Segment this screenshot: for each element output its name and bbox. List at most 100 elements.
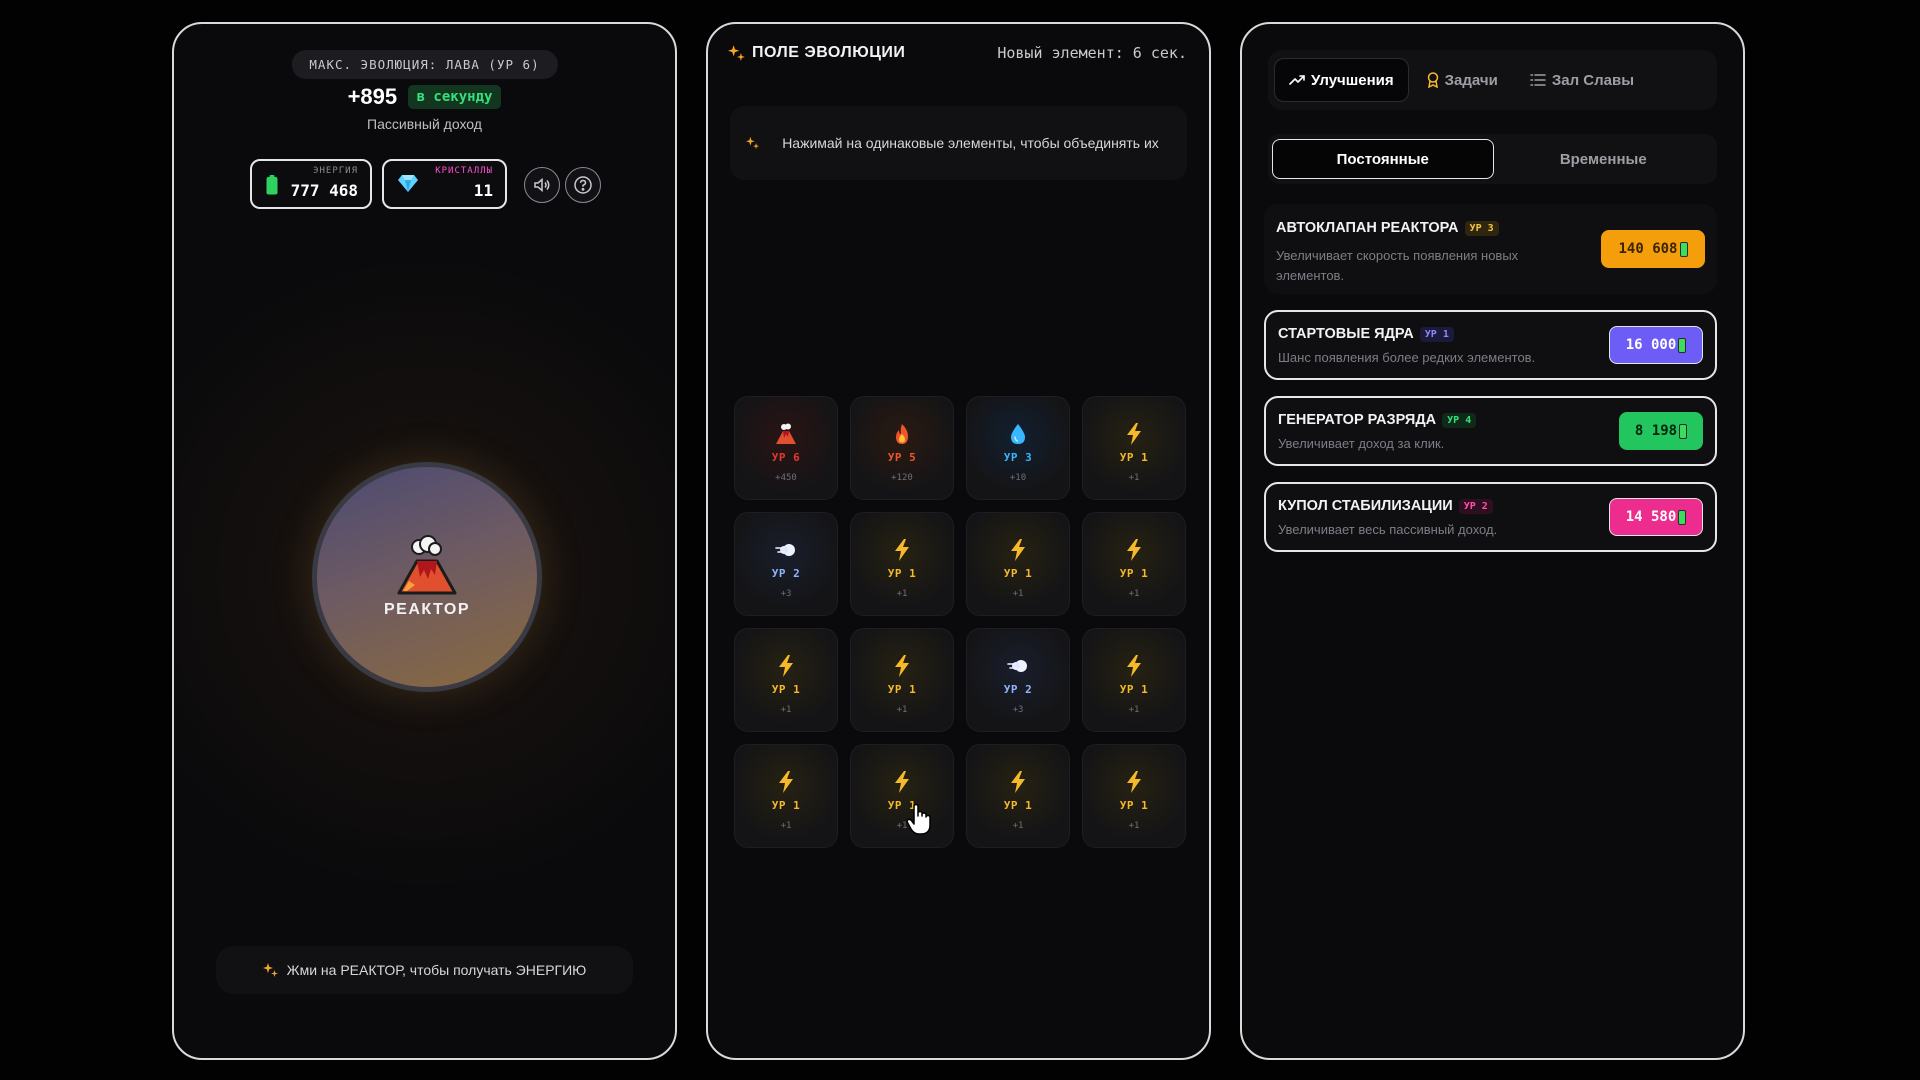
buy-upgrade-button[interactable]: 16 000	[1609, 326, 1703, 364]
lightning-icon	[1125, 539, 1143, 561]
battery-icon	[1679, 423, 1688, 439]
element-level: УР 1	[1119, 683, 1149, 696]
element-level: УР 3	[1003, 451, 1033, 464]
energy-counter: ЭНЕРГИЯ 777 468	[250, 159, 372, 209]
element-cell[interactable]: УР 1 +1	[1082, 396, 1186, 500]
upgrade-description: Увеличивает доход за клик.	[1278, 436, 1445, 451]
element-grid: УР 6 +450 УР 5 +120 УР 3 +10 УР 1 +1 УР 2 +3 УР 1 +…	[734, 396, 1186, 848]
upgrade-description: Увеличивает скорость появления новых эле…	[1276, 248, 1519, 283]
upgrade-card: АВТОКЛАПАН РЕАКТОРА УР 3 Увеличивает скор…	[1264, 204, 1717, 294]
income-rate: +895 в секунду	[174, 84, 675, 110]
reactor-hint-text: Жми на РЕАКТОР, чтобы получать ЭНЕРГИЮ	[286, 962, 587, 978]
help-button[interactable]	[565, 167, 601, 203]
element-level: УР 1	[771, 683, 801, 696]
reactor-panel: МАКС. ЭВОЛЮЦИЯ: ЛАВА (УР 6) +895 в секун…	[172, 22, 677, 1060]
trend-up-icon	[1289, 75, 1305, 85]
element-cell[interactable]: УР 1 +1	[850, 744, 954, 848]
element-cell[interactable]: УР 1 +1	[734, 744, 838, 848]
question-icon	[574, 176, 592, 194]
volcano-icon	[775, 423, 797, 445]
element-income: +10	[1009, 473, 1027, 483]
element-cell[interactable]: УР 1 +1	[734, 628, 838, 732]
evolution-header: ПОЛЕ ЭВОЛЮЦИИ Новый элемент: 6 сек.	[728, 44, 1187, 62]
element-income: +3	[780, 589, 792, 599]
battery-icon	[1678, 509, 1687, 525]
upgrades-panel: Улучшения Задачи Зал Славы Постоянные Вр…	[1240, 22, 1745, 1060]
element-cell[interactable]: УР 2 +3	[734, 512, 838, 616]
element-income: +1	[896, 589, 908, 599]
element-cell[interactable]: УР 1 +1	[1082, 744, 1186, 848]
element-income: +1	[1128, 473, 1140, 483]
fire-icon	[893, 423, 911, 445]
element-income: +1	[1012, 589, 1024, 599]
element-cell[interactable]: УР 1 +1	[1082, 628, 1186, 732]
upgrade-level-badge: УР 4	[1442, 412, 1477, 428]
element-income: +120	[891, 473, 913, 483]
lightning-icon	[1125, 655, 1143, 677]
merge-hint-text: Нажимай на одинаковые элементы, чтобы об…	[782, 135, 1159, 151]
element-cell[interactable]: УР 2 +3	[966, 628, 1070, 732]
element-cell[interactable]: УР 1 +1	[850, 628, 954, 732]
lightning-icon	[893, 771, 911, 793]
buy-upgrade-button[interactable]: 8 198	[1619, 412, 1703, 450]
upgrade-level-badge: УР 1	[1419, 326, 1454, 342]
element-income: +1	[780, 821, 792, 831]
tab-tasks[interactable]: Задачи	[1413, 58, 1512, 102]
element-cell[interactable]: УР 5 +120	[850, 396, 954, 500]
element-level: УР 1	[1119, 799, 1149, 812]
crystals-label: КРИСТАЛЛЫ	[435, 166, 493, 176]
tab-hall-of-fame[interactable]: Зал Славы	[1516, 58, 1648, 102]
element-level: УР 1	[887, 683, 917, 696]
crystals-value: 11	[473, 181, 493, 200]
upgrade-level-badge: УР 2	[1458, 498, 1493, 514]
sparkle-icon	[728, 45, 745, 61]
battery-icon	[266, 175, 278, 200]
element-cell[interactable]: УР 1 +1	[966, 744, 1070, 848]
segment-temporary[interactable]: Временные	[1494, 139, 1714, 179]
lightning-icon	[893, 539, 911, 561]
diamond-icon	[398, 174, 418, 197]
element-income: +1	[1128, 821, 1140, 831]
lightning-icon	[1125, 771, 1143, 793]
evolution-title-text: ПОЛЕ ЭВОЛЮЦИИ	[752, 44, 906, 61]
element-level: УР 1	[1119, 451, 1149, 464]
segment-permanent[interactable]: Постоянные	[1272, 139, 1494, 179]
sound-toggle-button[interactable]	[524, 167, 560, 203]
element-income: +1	[1128, 589, 1140, 599]
upgrade-description: Шанс появления более редких элементов.	[1278, 350, 1536, 365]
energy-label: ЭНЕРГИЯ	[313, 166, 358, 176]
upgrade-name: СТАРТОВЫЕ ЯДРА УР 1	[1278, 326, 1454, 342]
lightning-icon	[1125, 423, 1143, 445]
element-level: УР 2	[771, 567, 801, 580]
volcano-icon	[397, 535, 457, 595]
element-cell[interactable]: УР 6 +450	[734, 396, 838, 500]
hand-cursor-icon	[906, 804, 931, 835]
battery-icon	[1678, 337, 1687, 353]
lightning-icon	[1009, 539, 1027, 561]
buy-upgrade-button[interactable]: 140 608	[1601, 230, 1705, 268]
element-cell[interactable]: УР 1 +1	[850, 512, 954, 616]
lightning-icon	[777, 771, 795, 793]
element-income: +1	[1128, 705, 1140, 715]
tab-upgrades[interactable]: Улучшения	[1274, 58, 1409, 102]
element-cell[interactable]: УР 3 +10	[966, 396, 1070, 500]
crystals-counter: КРИСТАЛЛЫ 11	[382, 159, 507, 209]
passive-income-label: Пассивный доход	[367, 116, 482, 132]
buy-upgrade-button[interactable]: 14 580	[1609, 498, 1703, 536]
upgrade-description: Увеличивает весь пассивный доход.	[1278, 522, 1498, 537]
element-cell[interactable]: УР 1 +1	[966, 512, 1070, 616]
tab-hall-of-fame-label: Зал Славы	[1551, 71, 1634, 89]
element-cell[interactable]: УР 1 +1	[1082, 512, 1186, 616]
element-level: УР 2	[1003, 683, 1033, 696]
element-level: УР 1	[887, 567, 917, 580]
lightning-icon	[1009, 771, 1027, 793]
upgrade-type-switch: Постоянные Временные	[1268, 134, 1717, 184]
reactor-button[interactable]: РЕАКТОР	[312, 462, 542, 692]
new-element-timer: Новый элемент: 6 сек.	[997, 44, 1187, 62]
element-level: УР 5	[887, 451, 917, 464]
lightning-icon	[777, 655, 795, 677]
element-income: +3	[1012, 705, 1024, 715]
element-level: УР 1	[1003, 799, 1033, 812]
income-rate-unit: в секунду	[407, 85, 502, 109]
speaker-icon	[534, 177, 550, 193]
